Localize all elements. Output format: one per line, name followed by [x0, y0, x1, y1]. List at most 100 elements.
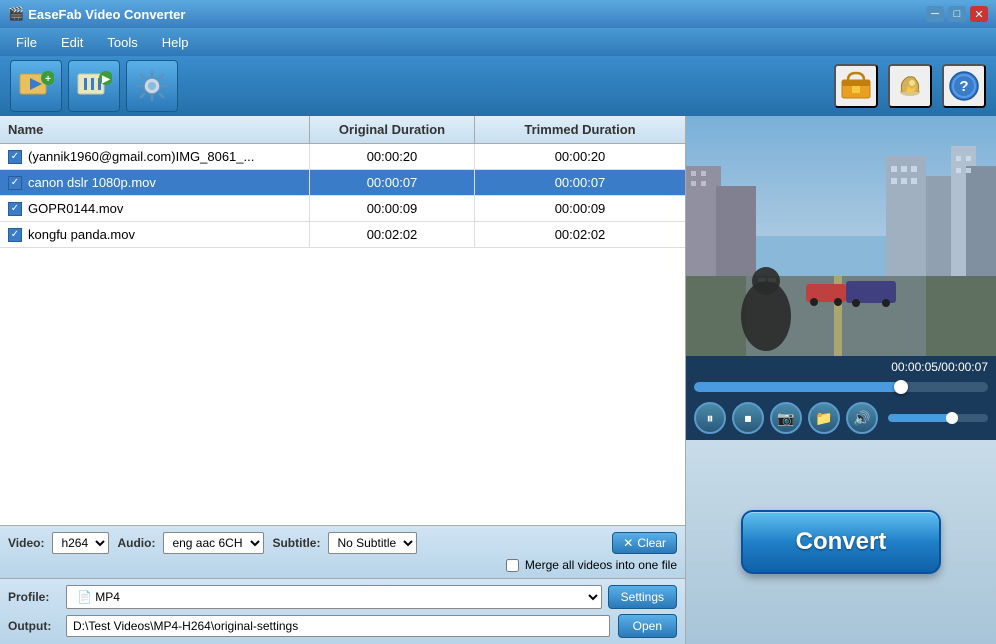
file-name-text: canon dslr 1080p.mov: [28, 175, 156, 190]
main-area: Name Original Duration Trimmed Duration …: [0, 116, 996, 644]
toolbar: + ▶: [0, 56, 996, 116]
volume-icon: 🔊: [853, 410, 870, 427]
window-controls: ─ □ ✕: [926, 6, 988, 22]
titlebar: 🎬 EaseFab Video Converter ─ □ ✕: [0, 0, 996, 28]
video-time-display: 00:00:05/00:00:07: [686, 356, 996, 378]
video-label: Video:: [8, 536, 44, 550]
volume-button[interactable]: 🔊: [846, 402, 878, 434]
pause-icon: ⏸: [707, 410, 714, 427]
stop-button[interactable]: ⏹: [732, 402, 764, 434]
file-list-header: Name Original Duration Trimmed Duration: [0, 116, 685, 144]
folder-icon: 📁: [815, 410, 832, 427]
video-select[interactable]: h264: [52, 532, 109, 554]
file-name-cell: GOPR0144.mov: [0, 196, 310, 221]
profile-select-wrap: 📄 MP4 Settings: [66, 585, 677, 609]
clear-icon: ✕: [623, 536, 633, 550]
original-duration-cell: 00:00:07: [310, 170, 475, 195]
seek-bar[interactable]: [694, 382, 988, 392]
audio-select[interactable]: eng aac 6CH: [163, 532, 264, 554]
trimmed-duration-cell: 00:00:09: [475, 196, 685, 221]
stop-icon: ⏹: [745, 410, 752, 427]
svg-text:▶: ▶: [101, 74, 111, 85]
media-controls: Video: h264 Audio: eng aac 6CH Subtitle:…: [0, 526, 685, 579]
volume-bar[interactable]: [888, 414, 988, 422]
subtitle-label: Subtitle:: [272, 536, 320, 550]
output-label: Output:: [8, 619, 58, 633]
file-name-text: GOPR0144.mov: [28, 201, 123, 216]
snapshot-button[interactable]: 📷: [770, 402, 802, 434]
file-list: Name Original Duration Trimmed Duration …: [0, 116, 685, 526]
file-name-cell: kongfu panda.mov: [0, 222, 310, 247]
svg-text:?: ?: [959, 78, 968, 95]
profile-label: Profile:: [8, 590, 58, 604]
open-folder-button[interactable]: Open: [618, 614, 677, 638]
menu-file[interactable]: File: [4, 31, 49, 54]
subtitle-select[interactable]: No Subtitle: [328, 532, 417, 554]
right-panel: 00:00:05/00:00:07 ⏸ ⏹ 📷 📁 🔊: [686, 116, 996, 644]
add-video-button[interactable]: +: [10, 60, 62, 112]
svg-text:+: +: [45, 74, 51, 85]
volume-bar-container[interactable]: [888, 414, 988, 422]
file-name-text: (yannik1960@gmail.com)IMG_8061_...: [28, 149, 254, 164]
video-controls: ⏸ ⏹ 📷 📁 🔊: [686, 396, 996, 440]
menu-tools[interactable]: Tools: [95, 31, 149, 54]
file-name-cell: (yannik1960@gmail.com)IMG_8061_...: [0, 144, 310, 169]
settings-profile-button[interactable]: Settings: [608, 585, 677, 609]
profile-select[interactable]: 📄 MP4: [66, 585, 602, 609]
trimmed-duration-cell: 00:00:07: [475, 170, 685, 195]
video-thumbnail: [686, 116, 996, 356]
register-button[interactable]: [888, 64, 932, 108]
file-rows: (yannik1960@gmail.com)IMG_8061_... 00:00:…: [0, 144, 685, 248]
app-icon: 🎬: [8, 6, 24, 22]
pause-button[interactable]: ⏸: [694, 402, 726, 434]
minimize-button[interactable]: ─: [926, 6, 944, 22]
trimmed-duration-cell: 00:00:20: [475, 144, 685, 169]
volume-thumb[interactable]: [946, 412, 958, 424]
merge-checkbox[interactable]: [506, 559, 519, 572]
output-row: Output: Open: [8, 614, 677, 638]
clear-button[interactable]: ✕ Clear: [612, 532, 677, 554]
merge-row: Merge all videos into one file: [8, 558, 677, 572]
original-duration-cell: 00:00:20: [310, 144, 475, 169]
video-preview: [686, 116, 996, 356]
merge-label[interactable]: Merge all videos into one file: [525, 558, 677, 572]
output-path-input[interactable]: [66, 615, 610, 637]
menu-edit[interactable]: Edit: [49, 31, 95, 54]
app-title: EaseFab Video Converter: [28, 7, 185, 22]
profile-row: Profile: 📄 MP4 Settings: [8, 585, 677, 609]
table-row[interactable]: (yannik1960@gmail.com)IMG_8061_... 00:00:…: [0, 144, 685, 170]
menu-help[interactable]: Help: [150, 31, 201, 54]
edit-video-button[interactable]: ▶: [68, 60, 120, 112]
row-checkbox[interactable]: [8, 176, 22, 190]
profile-output: Profile: 📄 MP4 Settings Output: Open: [0, 579, 685, 644]
trimmed-duration-cell: 00:02:02: [475, 222, 685, 247]
convert-button[interactable]: Convert: [741, 510, 941, 574]
open-file-button[interactable]: 📁: [808, 402, 840, 434]
original-duration-cell: 00:02:02: [310, 222, 475, 247]
format-row: Video: h264 Audio: eng aac 6CH Subtitle:…: [8, 532, 677, 554]
toolbar-right: ?: [834, 64, 986, 108]
file-name-text: kongfu panda.mov: [28, 227, 135, 242]
table-row[interactable]: kongfu panda.mov 00:02:0200:02:02: [0, 222, 685, 248]
convert-area: Convert: [686, 440, 996, 644]
table-row[interactable]: canon dslr 1080p.mov 00:00:0700:00:07: [0, 170, 685, 196]
row-checkbox[interactable]: [8, 202, 22, 216]
left-panel: Name Original Duration Trimmed Duration …: [0, 116, 686, 644]
buy-button[interactable]: [834, 64, 878, 108]
seek-bar-container[interactable]: [686, 378, 996, 396]
seek-thumb[interactable]: [894, 380, 908, 394]
original-duration-cell: 00:00:09: [310, 196, 475, 221]
close-button[interactable]: ✕: [970, 6, 988, 22]
menubar: File Edit Tools Help: [0, 28, 996, 56]
file-name-cell: canon dslr 1080p.mov: [0, 170, 310, 195]
row-checkbox[interactable]: [8, 150, 22, 164]
time-text: 00:00:05/00:00:07: [891, 360, 988, 374]
table-row[interactable]: GOPR0144.mov 00:00:0900:00:09: [0, 196, 685, 222]
help-button[interactable]: ?: [942, 64, 986, 108]
settings-button[interactable]: [126, 60, 178, 112]
col-header-name: Name: [0, 116, 310, 143]
camera-icon: 📷: [777, 410, 794, 427]
audio-label: Audio:: [117, 536, 155, 550]
row-checkbox[interactable]: [8, 228, 22, 242]
maximize-button[interactable]: □: [948, 6, 966, 22]
